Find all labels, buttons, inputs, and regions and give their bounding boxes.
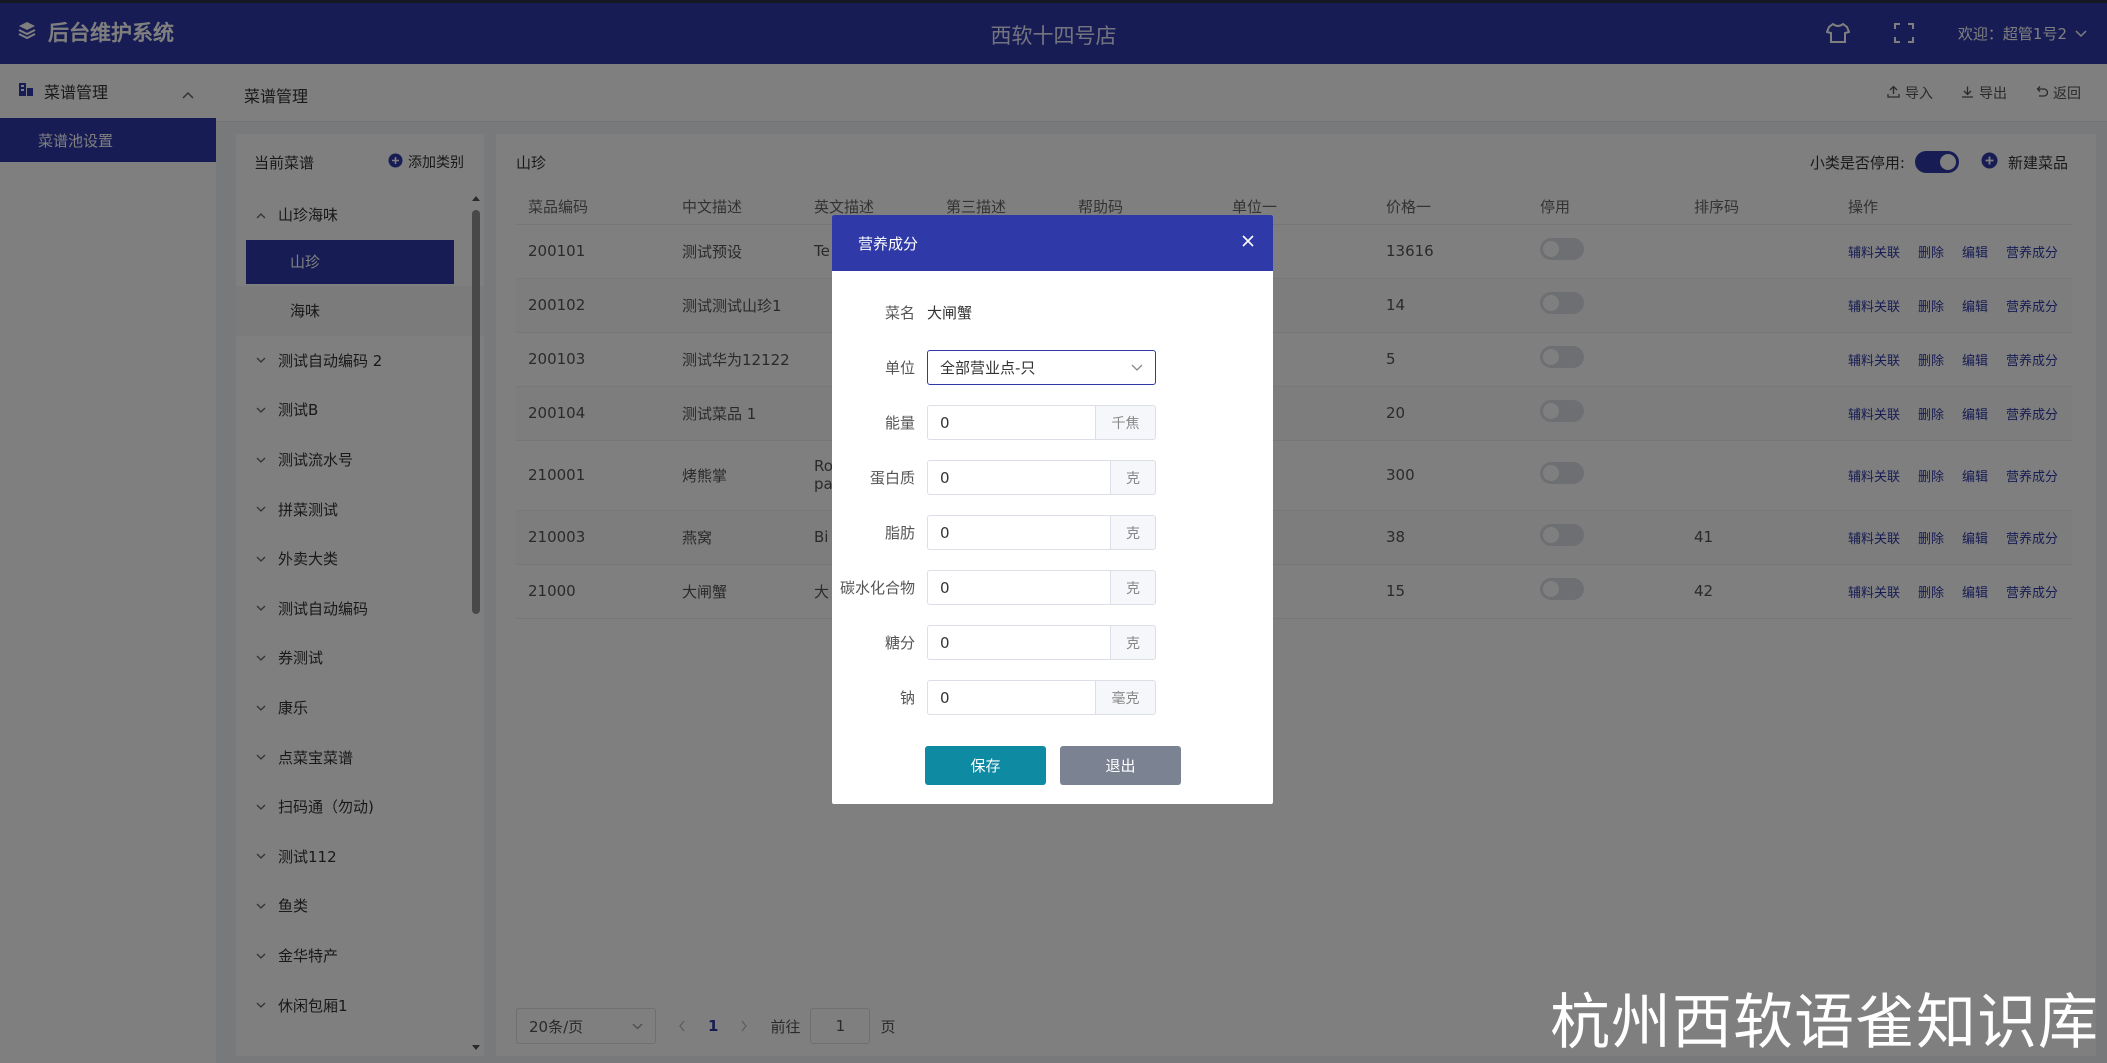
- unit-select[interactable]: 全部营业点-只: [927, 350, 1156, 385]
- nutrition-row: 能量 0 千焦: [832, 395, 1273, 450]
- nutrition-row: 蛋白质 0 克: [832, 450, 1273, 505]
- exit-button[interactable]: 退出: [1060, 746, 1181, 785]
- nutrition-unit: 克: [1110, 515, 1156, 550]
- nutrition-row: 碳水化合物 0 克: [832, 560, 1273, 615]
- watermark: 杭州西软语雀知识库: [1550, 988, 2099, 1058]
- nutrition-row: 钠 0 毫克: [832, 670, 1273, 725]
- dish-name-row: 菜名 大闸蟹: [832, 285, 1273, 340]
- nutrition-label: 糖分: [884, 634, 915, 652]
- unit-row: 单位 全部营业点-只: [832, 340, 1273, 395]
- nutrition-unit: 克: [1110, 570, 1156, 605]
- nutrition-row: 糖分 0 克: [832, 615, 1273, 670]
- nutrition-input[interactable]: 0: [927, 515, 1110, 550]
- nutrition-input[interactable]: 0: [927, 460, 1110, 495]
- nutrition-label: 能量: [884, 414, 915, 432]
- save-button[interactable]: 保存: [925, 746, 1046, 785]
- nutrition-unit: 千焦: [1095, 405, 1156, 440]
- nutrition-row: 脂肪 0 克: [832, 505, 1273, 560]
- nutrition-unit: 克: [1110, 460, 1156, 495]
- nutrition-input[interactable]: 0: [927, 625, 1110, 660]
- dish-name-label: 菜名: [884, 304, 915, 322]
- close-icon[interactable]: [1241, 234, 1255, 252]
- dialog-title: 营养成分: [858, 234, 919, 253]
- nutrition-label: 脂肪: [884, 524, 915, 542]
- nutrition-label: 碳水化合物: [839, 579, 915, 597]
- nutrition-input[interactable]: 0: [927, 570, 1110, 605]
- nutrition-label: 钠: [899, 689, 915, 707]
- chevron-down-icon: [1131, 364, 1143, 371]
- unit-label: 单位: [884, 359, 915, 377]
- unit-select-value: 全部营业点-只: [940, 359, 1036, 377]
- nutrition-unit: 毫克: [1095, 680, 1156, 715]
- nutrition-label: 蛋白质: [869, 469, 915, 487]
- nutrition-unit: 克: [1110, 625, 1156, 660]
- dish-name-value: 大闸蟹: [927, 304, 973, 322]
- nutrition-input[interactable]: 0: [927, 405, 1095, 440]
- nutrition-dialog: 营养成分 菜名 大闸蟹 单位 全部营业点-只 能量 0 千焦 蛋白质 0 克脂肪 0 克碳水化…: [832, 215, 1273, 804]
- nutrition-input[interactable]: 0: [927, 680, 1095, 715]
